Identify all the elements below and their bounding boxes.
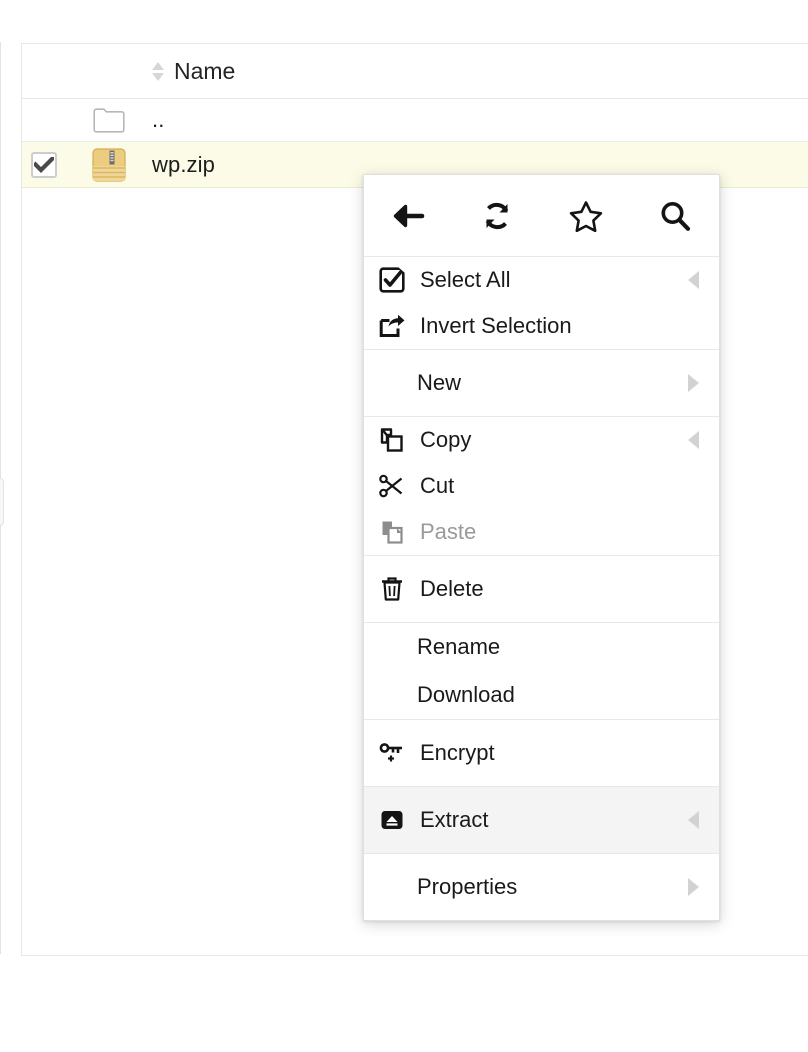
menu-item-label: Rename — [417, 634, 501, 659]
menu-item-label: Download — [417, 682, 515, 707]
row-checkbox-cell[interactable] — [22, 151, 66, 178]
invert-selection-icon — [364, 314, 420, 338]
menu-item-new[interactable]: New — [364, 350, 719, 416]
submenu-arrow-right-icon — [685, 374, 701, 392]
context-menu-group: Rename Download — [364, 623, 719, 720]
star-icon[interactable] — [542, 175, 631, 256]
context-menu-group: New — [364, 350, 719, 417]
menu-item-paste: Paste — [364, 509, 719, 555]
star-icon-glyph — [569, 200, 603, 232]
paste-icon-glyph — [382, 521, 403, 544]
checkbox-checked-icon — [364, 267, 420, 293]
checkbox-checked-icon-glyph — [379, 267, 405, 293]
checkmark-icon — [34, 156, 54, 173]
submenu-arrow-left-icon — [685, 431, 701, 449]
invert-selection-icon-glyph — [379, 314, 405, 337]
menu-item-label: Copy — [420, 427, 472, 452]
sort-updown-icon[interactable] — [152, 61, 164, 81]
file-manager-screen: Name .. wp.zip Select All Invert Selecti… — [0, 0, 808, 1052]
zip-file-icon — [66, 147, 152, 182]
column-header-name-label: Name — [174, 57, 236, 84]
extract-icon — [364, 807, 420, 833]
context-menu-group: Select All Invert Selection — [364, 257, 719, 350]
menu-item-cut[interactable]: Cut — [364, 463, 719, 509]
submenu-arrow-left-icon — [685, 271, 701, 289]
key-icon — [364, 741, 420, 765]
back-icon[interactable] — [364, 175, 453, 256]
key-icon-glyph — [379, 743, 402, 762]
scissors-icon-glyph — [379, 474, 403, 498]
menu-item-properties[interactable]: Properties — [364, 854, 719, 920]
menu-item-label: Delete — [420, 576, 484, 601]
scissors-icon — [364, 474, 420, 498]
paste-icon — [364, 519, 420, 545]
panel-collapse-handle[interactable] — [0, 478, 4, 526]
context-menu-group: Properties — [364, 854, 719, 920]
copy-icon — [364, 427, 420, 453]
trash-icon-glyph — [382, 577, 402, 601]
submenu-arrow-right-icon — [685, 878, 701, 896]
refresh-icon-glyph — [485, 202, 509, 229]
trash-icon — [364, 576, 420, 602]
menu-item-label: New — [417, 370, 462, 395]
menu-item-encrypt[interactable]: Encrypt — [364, 720, 719, 786]
menu-item-label: Invert Selection — [420, 313, 572, 338]
menu-item-label: Encrypt — [420, 740, 495, 765]
menu-item-extract[interactable]: Extract — [364, 787, 719, 853]
zip-file-icon-glyph — [92, 147, 126, 182]
row-checkbox-checked-icon[interactable] — [31, 151, 57, 178]
context-menu: Select All Invert Selection New Copy Cut… — [363, 174, 720, 921]
menu-item-rename[interactable]: Rename — [364, 623, 719, 671]
back-icon-glyph — [394, 204, 425, 227]
menu-item-download[interactable]: Download — [364, 671, 719, 719]
table-row[interactable]: .. — [22, 99, 808, 142]
menu-item-label: Select All — [420, 267, 511, 292]
file-name-label: .. — [152, 107, 165, 132]
context-menu-group: Copy Cut Paste — [364, 417, 719, 556]
context-menu-toolbar — [364, 175, 719, 257]
menu-item-label: Paste — [420, 519, 477, 544]
context-menu-group: Delete — [364, 556, 719, 623]
submenu-arrow-left-icon — [685, 811, 701, 829]
column-header-name[interactable]: Name — [152, 58, 235, 85]
folder-icon — [66, 107, 152, 133]
menu-item-invert-selection[interactable]: Invert Selection — [364, 303, 719, 349]
menu-item-label: Cut — [420, 473, 455, 498]
refresh-icon[interactable] — [453, 175, 542, 256]
context-menu-group: Extract — [364, 787, 719, 854]
menu-item-delete[interactable]: Delete — [364, 556, 719, 622]
menu-item-label: Properties — [417, 874, 518, 899]
extract-icon-glyph — [381, 811, 403, 829]
folder-icon-glyph — [93, 107, 125, 133]
menu-item-label: Extract — [420, 807, 489, 832]
menu-item-copy[interactable]: Copy — [364, 417, 719, 463]
file-name-label: wp.zip — [152, 151, 215, 177]
menu-item-select-all[interactable]: Select All — [364, 257, 719, 303]
file-list-header: Name — [22, 44, 808, 99]
copy-icon-glyph — [380, 428, 403, 452]
search-icon-glyph — [661, 201, 690, 231]
search-icon[interactable] — [630, 175, 719, 256]
context-menu-group: Encrypt — [364, 720, 719, 787]
